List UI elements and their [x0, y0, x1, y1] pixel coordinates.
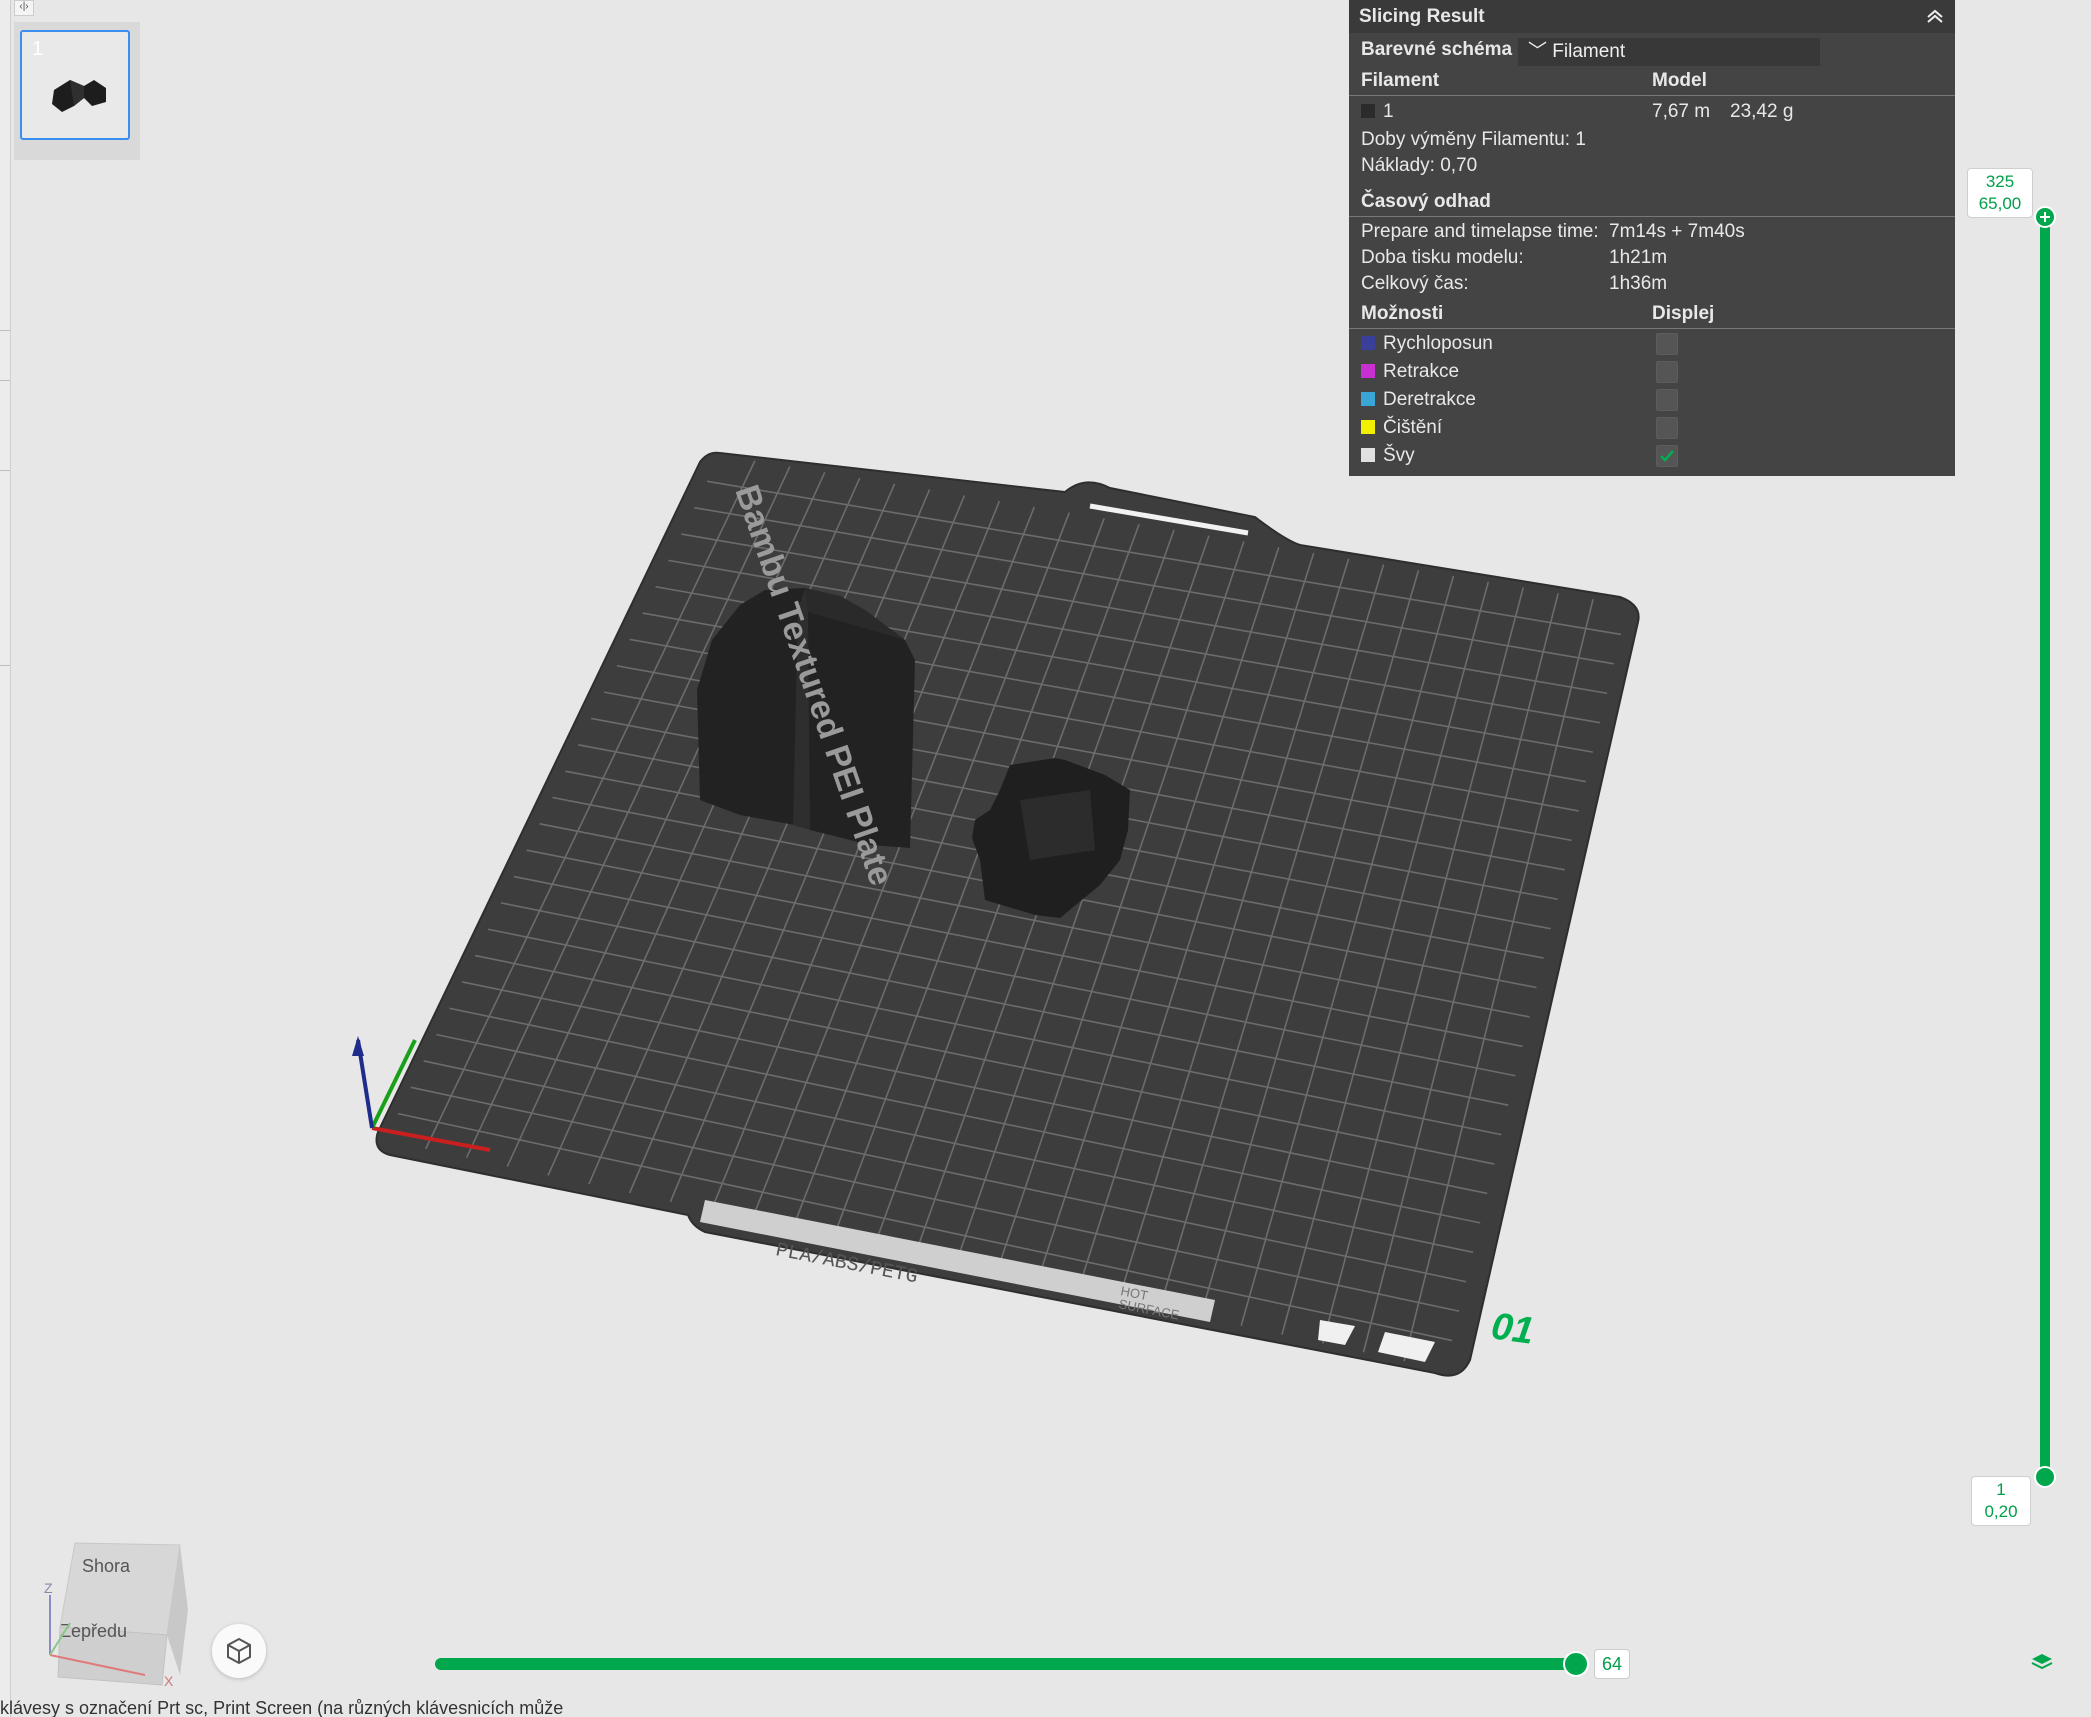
slicing-result-panel: Slicing Result Barevné schéma ﹀ Filament…	[1349, 0, 1955, 476]
layer-slider-top-handle[interactable]	[2034, 206, 2056, 228]
cube-view-icon	[227, 1637, 251, 1665]
option-color-swatch	[1361, 336, 1375, 350]
option-row: Rychloposun	[1361, 333, 1493, 355]
filament-id: 1	[1383, 101, 1394, 122]
bottom-layer-number: 1	[1996, 1480, 2006, 1499]
option-color-swatch	[1361, 420, 1375, 434]
plate-id-text: 01	[1489, 1305, 1537, 1352]
option-checkbox-retraction[interactable]	[1656, 361, 1678, 383]
option-checkbox-travel[interactable]	[1656, 333, 1678, 355]
cube-z-label: Z	[44, 1580, 53, 1596]
move-slider-track[interactable]	[435, 1658, 1577, 1670]
option-checkbox-seams[interactable]	[1656, 445, 1678, 467]
option-color-swatch	[1361, 364, 1375, 378]
model-column-header: Model	[1652, 70, 1707, 91]
layer-slider-bottom-handle[interactable]	[2034, 1466, 2056, 1488]
option-row: Deretrakce	[1361, 389, 1476, 411]
option-label: Rychloposun	[1383, 333, 1493, 354]
option-checkbox-wipe[interactable]	[1656, 417, 1678, 439]
bottom-layer-height: 0,20	[1984, 1502, 2018, 1521]
option-label: Retrakce	[1383, 361, 1460, 382]
filament-changes: Doby výměny Filamentu: 1	[1361, 129, 1586, 151]
layer-slider-track[interactable]	[2040, 215, 2050, 1477]
view-reset-button[interactable]	[212, 1624, 266, 1678]
costs: Náklady: 0,70	[1361, 155, 1477, 177]
filament-column-header: Filament	[1361, 70, 1440, 91]
changes-value: 1	[1575, 129, 1586, 150]
option-row: Čištění	[1361, 417, 1442, 439]
divider	[1349, 95, 1955, 96]
option-row: Retrakce	[1361, 361, 1459, 383]
model-time-label: Doba tisku modelu:	[1361, 247, 1524, 268]
model-time-value: 1h21m	[1609, 247, 1668, 268]
color-scheme-dropdown[interactable]: ﹀ Filament	[1518, 38, 1820, 66]
top-layer-number: 325	[1985, 172, 2015, 191]
layer-bottom-label: 1 0,20	[1971, 1476, 2031, 1526]
costs-value: 0,70	[1440, 155, 1478, 176]
move-slider-handle[interactable]	[1563, 1651, 1589, 1677]
prepare-time-label: Prepare and timelapse time:	[1361, 221, 1599, 242]
filament-weight: 23,42 g	[1730, 101, 1794, 122]
option-checkbox-deretraction[interactable]	[1656, 389, 1678, 411]
divider	[1349, 216, 1955, 217]
total-time-label: Celkový čas:	[1361, 273, 1469, 294]
option-row: Švy	[1361, 445, 1415, 467]
slicing-result-header[interactable]: Slicing Result	[1349, 0, 1955, 33]
color-scheme-value: Filament	[1552, 41, 1626, 62]
z-axis-arrow	[352, 1036, 364, 1056]
slicing-result-title: Slicing Result	[1359, 5, 1485, 27]
cube-x-label: X	[164, 1673, 174, 1689]
navigation-cube[interactable]: Shora Zepředu Z X	[30, 1515, 190, 1690]
time-estimate-title: Časový odhad	[1361, 191, 1491, 212]
costs-label: Náklady:	[1361, 155, 1435, 176]
option-label: Čištění	[1383, 417, 1443, 438]
layers-icon[interactable]	[2030, 1650, 2054, 1674]
changes-label: Doby výměny Filamentu:	[1361, 129, 1571, 150]
checkmark-icon	[1660, 450, 1674, 462]
option-color-swatch	[1361, 392, 1375, 406]
prepare-time-value: 7m14s + 7m40s	[1609, 221, 1745, 242]
filament-color-swatch	[1361, 104, 1375, 118]
move-slider-value: 64	[1594, 1649, 1630, 1679]
collapse-panel-icon[interactable]	[1925, 8, 1945, 24]
chevron-down-icon: ﹀	[1528, 41, 1553, 62]
option-color-swatch	[1361, 448, 1375, 462]
total-time-value: 1h36m	[1609, 273, 1668, 294]
top-layer-height: 65,00	[1978, 194, 2022, 213]
option-label: Deretrakce	[1383, 389, 1476, 410]
cube-top-face[interactable]: Shora	[82, 1556, 131, 1576]
options-title: Možnosti	[1361, 303, 1444, 324]
display-title: Displej	[1652, 303, 1715, 324]
plus-icon	[2040, 212, 2050, 222]
filament-row: 1	[1361, 101, 1394, 123]
filament-length: 7,67 m	[1652, 101, 1711, 122]
option-label: Švy	[1383, 445, 1415, 466]
divider	[1349, 328, 1955, 329]
color-scheme-label: Barevné schéma	[1361, 39, 1513, 60]
bottom-overlay-text: klávesy s označení Prt sc, Print Screen …	[0, 1698, 564, 1717]
layer-top-label: 325 65,00	[1967, 168, 2033, 218]
